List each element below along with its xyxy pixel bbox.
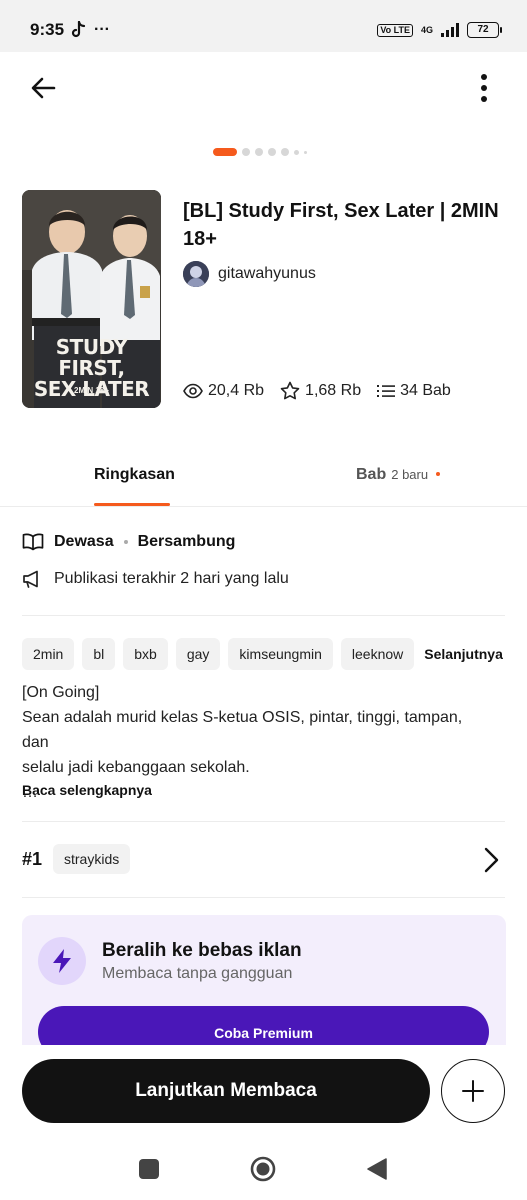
star-icon bbox=[280, 381, 300, 400]
ranking-position: #1 bbox=[22, 849, 43, 869]
tab-chapters[interactable]: Bab 2 baru bbox=[356, 466, 441, 484]
tags-more-button[interactable]: Selanjutnya bbox=[422, 646, 503, 662]
battery-icon: 72 bbox=[467, 22, 502, 38]
ranking-chevron-button[interactable] bbox=[480, 846, 502, 874]
new-indicator-dot bbox=[436, 472, 441, 476]
tag-list: 2min bl bxb gay kimseungmin leeknow Sela… bbox=[22, 638, 503, 670]
carousel-dot bbox=[304, 150, 307, 154]
premium-promo-card: Beralih ke bebas iklan Membaca tanpa gan… bbox=[22, 915, 506, 1055]
story-stats: 20,4 Rb 1,68 Rb 34 Bab bbox=[183, 381, 451, 400]
tag-chip[interactable]: leeknow bbox=[340, 638, 415, 670]
recents-button[interactable] bbox=[139, 1159, 159, 1179]
list-icon bbox=[377, 384, 396, 397]
last-published: Publikasi terakhir 2 hari yang lalu bbox=[54, 570, 289, 587]
add-to-library-button[interactable] bbox=[441, 1059, 505, 1123]
carousel-dot-active bbox=[213, 148, 237, 156]
tiktok-icon bbox=[71, 21, 86, 38]
section-divider bbox=[22, 897, 505, 898]
votes-stat: 1,68 Rb bbox=[280, 381, 361, 400]
premium-subtitle: Membaca tanpa gangguan bbox=[102, 965, 293, 982]
back-button[interactable] bbox=[28, 72, 60, 104]
carousel-dot bbox=[268, 148, 276, 156]
premium-icon-badge bbox=[38, 937, 86, 985]
section-divider bbox=[22, 821, 505, 822]
carousel-indicator bbox=[213, 148, 307, 156]
story-meta-tags: Dewasa Bersambung bbox=[22, 533, 235, 551]
status-time: 9:35 bbox=[30, 20, 65, 39]
book-icon bbox=[22, 533, 44, 551]
megaphone-icon bbox=[23, 570, 38, 588]
story-title: [BL] Study First, Sex Later | 2MIN 18+ bbox=[183, 200, 499, 250]
status-left-icons: ··· bbox=[70, 21, 110, 39]
avatar[interactable] bbox=[183, 261, 209, 287]
network-type: 4G bbox=[420, 25, 433, 35]
tag-chip[interactable]: kimseungmin bbox=[228, 638, 333, 670]
last-published-row: Publikasi terakhir 2 hari yang lalu bbox=[22, 570, 289, 588]
description-line: selalu jadi kebanggaan sekolah. bbox=[22, 759, 250, 776]
parts-stat: 34 Bab bbox=[377, 382, 451, 400]
carousel-dot bbox=[281, 148, 289, 156]
signal-icon bbox=[441, 23, 459, 37]
home-button[interactable] bbox=[250, 1156, 276, 1182]
reads-stat: 20,4 Rb bbox=[183, 382, 264, 400]
story-cover[interactable]: STUDY FIRST, SEX LATER 2MIN 18+ bbox=[22, 190, 161, 408]
premium-title: Beralih ke bebas iklan bbox=[102, 940, 302, 961]
carousel-dot bbox=[242, 148, 250, 156]
tab-chapters-badge: 2 baru bbox=[391, 467, 429, 482]
parts-count: 34 Bab bbox=[400, 381, 451, 399]
completion-status: Bersambung bbox=[137, 533, 236, 550]
battery-level: 72 bbox=[477, 24, 489, 35]
tab-active-indicator bbox=[94, 503, 170, 506]
status-right-icons: Vo LTE 4G 72 bbox=[377, 22, 502, 38]
triangle-back-icon bbox=[367, 1158, 387, 1180]
more-options-button[interactable] bbox=[470, 72, 498, 104]
eye-icon bbox=[183, 383, 203, 398]
tab-chapters-label: Bab bbox=[356, 466, 387, 483]
tab-bar bbox=[0, 448, 527, 507]
description-line: [On Going] bbox=[22, 684, 100, 701]
author-name[interactable]: gitawahyunus bbox=[218, 265, 316, 283]
continue-reading-button[interactable]: Lanjutkan Membaca bbox=[22, 1059, 430, 1123]
avatar-image bbox=[183, 261, 209, 287]
tag-chip[interactable]: bxb bbox=[123, 638, 168, 670]
tab-summary[interactable]: Ringkasan bbox=[94, 466, 175, 484]
read-more-link[interactable]: Baca selengkapnya bbox=[22, 782, 152, 798]
more-vertical-icon bbox=[481, 74, 487, 102]
plus-icon bbox=[462, 1080, 484, 1102]
lightning-icon bbox=[53, 949, 71, 973]
carousel-dot bbox=[294, 149, 299, 155]
carousel-dot bbox=[255, 148, 263, 156]
description-line: Sean adalah murid kelas S-ketua OSIS, pi… bbox=[22, 709, 463, 751]
status-overflow: ··· bbox=[94, 21, 110, 38]
maturity-rating: Dewasa bbox=[54, 533, 114, 550]
arrow-left-icon bbox=[31, 77, 56, 99]
tag-chip[interactable]: bl bbox=[82, 638, 116, 670]
ranking-tag[interactable]: straykids bbox=[53, 844, 131, 874]
tag-chip[interactable]: gay bbox=[175, 638, 221, 670]
cover-subtitle: 2MIN 18+ bbox=[74, 386, 109, 395]
votes-count: 1,68 Rb bbox=[305, 381, 362, 399]
separator-dot bbox=[123, 540, 128, 544]
section-divider bbox=[22, 615, 505, 616]
home-circle-icon bbox=[250, 1156, 276, 1182]
system-back-button[interactable] bbox=[366, 1157, 388, 1181]
tag-chip[interactable]: 2min bbox=[22, 638, 75, 670]
volte-icon: Vo LTE bbox=[377, 23, 413, 37]
chevron-right-icon bbox=[484, 847, 499, 873]
reads-count: 20,4 Rb bbox=[208, 381, 265, 399]
cover-title-line-1: STUDY FIRST, bbox=[55, 335, 128, 380]
